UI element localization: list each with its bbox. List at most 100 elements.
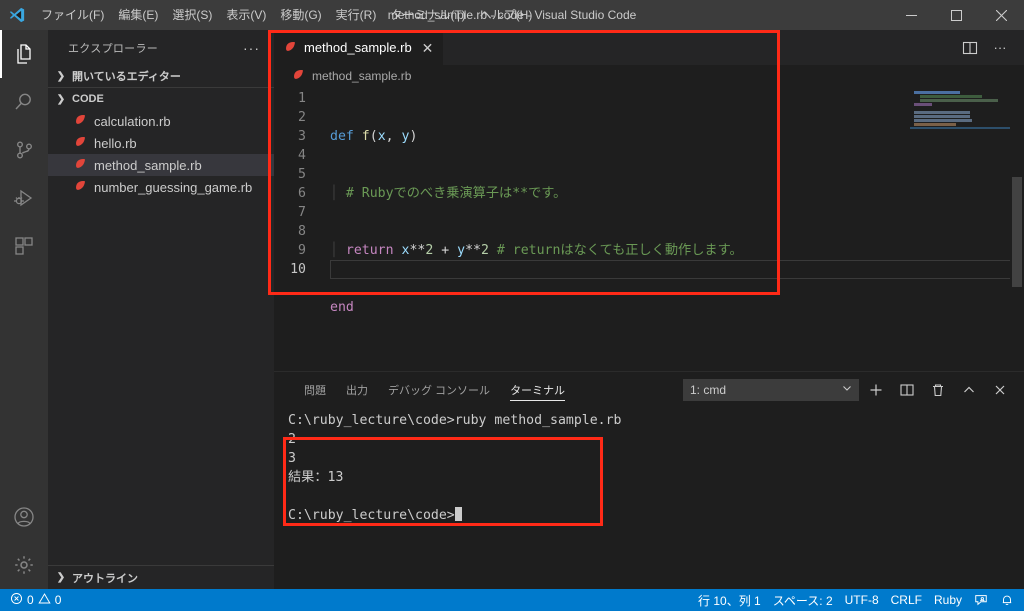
code-line-3: │ return x**2 + y**2 # returnはなくても正しく動作し… — [330, 243, 743, 258]
run-and-debug-icon[interactable] — [0, 174, 48, 222]
terminal-selector-dropdown[interactable]: 1: cmd — [683, 378, 859, 401]
terminal-output[interactable]: C:\ruby_lecture\code>ruby method_sample.… — [274, 407, 1024, 589]
menu-item-go[interactable]: 移動(G) — [273, 0, 328, 30]
terminal-cursor — [454, 507, 462, 521]
tab-problems[interactable]: 問題 — [294, 372, 336, 407]
feedback-icon[interactable] — [968, 589, 994, 611]
split-terminal-icon[interactable] — [893, 376, 921, 404]
file-item-number-guessing-game[interactable]: number_guessing_game.rb — [48, 176, 274, 198]
tab-method-sample-rb[interactable]: method_sample.rb ✕ — [274, 30, 445, 65]
extensions-icon[interactable] — [0, 222, 48, 270]
menu-item-selection[interactable]: 選択(S) — [165, 0, 219, 30]
split-editor-icon[interactable] — [956, 30, 984, 65]
status-indentation[interactable]: スペース: 2 — [767, 589, 839, 611]
terminal-selector-value: 1: cmd — [690, 382, 727, 397]
tab-terminal[interactable]: ターミナル — [500, 372, 575, 407]
settings-gear-icon[interactable] — [0, 541, 48, 589]
line-number: 1 — [298, 91, 306, 106]
status-eol[interactable]: CRLF — [885, 589, 928, 611]
vscode-window: ファイル(F) 編集(E) 選択(S) 表示(V) 移動(G) 実行(R) ター… — [0, 0, 1024, 611]
warning-count: 0 — [54, 593, 62, 607]
code-line-4: end — [330, 300, 354, 315]
status-problems[interactable]: 0 0 — [4, 589, 67, 611]
bottom-panel: 問題 出力 デバッグ コンソール ターミナル 1: cmd C:\ruby_le… — [274, 371, 1024, 589]
close-icon[interactable]: ✕ — [418, 41, 434, 55]
menu-item-edit[interactable]: 編集(E) — [111, 0, 165, 30]
file-label: hello.rb — [94, 135, 137, 151]
sidebar-explorer: エクスプローラー ··· ❯ 開いているエディター ❯ CODE calcula… — [48, 30, 274, 589]
status-bar: 0 0 行 10、列 1 スペース: 2 UTF-8 CRLF Ruby — [0, 589, 1024, 611]
tab-debug-console[interactable]: デバッグ コンソール — [378, 372, 500, 407]
ruby-file-icon — [292, 68, 306, 84]
menu-item-terminal[interactable]: ターミナル(T) — [383, 0, 472, 30]
breadcrumb[interactable]: method_sample.rb — [274, 65, 1024, 87]
code-content: 1 2 3 4 5 6 7 8 9 10 def f(x, y) │ # Rub… — [274, 87, 1024, 371]
line-number-gutter: 1 2 3 4 5 6 7 8 9 10 — [274, 89, 320, 371]
line-number: 2 — [298, 110, 306, 125]
status-cursor-position[interactable]: 行 10、列 1 — [692, 589, 767, 611]
title-bar: ファイル(F) 編集(E) 選択(S) 表示(V) 移動(G) 実行(R) ター… — [0, 0, 1024, 30]
kill-terminal-icon[interactable] — [924, 376, 952, 404]
line-number: 4 — [298, 148, 306, 163]
close-panel-icon[interactable] — [986, 376, 1014, 404]
code-editor[interactable]: 1 2 3 4 5 6 7 8 9 10 def f(x, y) │ # Rub… — [274, 87, 1024, 371]
open-editors-section[interactable]: ❯ 開いているエディター — [48, 65, 274, 87]
scrollbar-thumb[interactable] — [1012, 177, 1022, 287]
sidebar-header: エクスプローラー ··· — [48, 30, 274, 65]
editor-scrollbar[interactable] — [1010, 87, 1024, 371]
folder-section-code[interactable]: ❯ CODE — [48, 88, 274, 110]
line-number: 7 — [298, 205, 306, 220]
panel-tab-bar: 問題 出力 デバッグ コンソール ターミナル 1: cmd — [274, 372, 1024, 407]
line-number-current: 10 — [290, 262, 306, 277]
ruby-file-icon — [74, 135, 88, 151]
menu-item-help[interactable]: ヘルプ(H) — [473, 0, 540, 30]
error-icon — [10, 592, 23, 608]
terminal-line: 3 — [288, 451, 296, 466]
status-encoding[interactable]: UTF-8 — [839, 589, 885, 611]
file-item-hello[interactable]: hello.rb — [48, 132, 274, 154]
file-item-method-sample[interactable]: method_sample.rb — [48, 154, 274, 176]
tab-label: method_sample.rb — [304, 40, 412, 55]
file-item-calculation[interactable]: calculation.rb — [48, 110, 274, 132]
breadcrumb-label: method_sample.rb — [312, 69, 412, 83]
ruby-file-icon — [74, 157, 88, 173]
close-button[interactable] — [979, 0, 1024, 30]
source-control-icon[interactable] — [0, 126, 48, 174]
notifications-bell-icon[interactable] — [994, 589, 1020, 611]
activity-bar — [0, 30, 48, 589]
warning-icon — [38, 592, 51, 608]
explorer-icon[interactable] — [0, 30, 48, 78]
status-bar-right: 行 10、列 1 スペース: 2 UTF-8 CRLF Ruby — [692, 589, 1020, 611]
menu-item-run[interactable]: 実行(R) — [329, 0, 384, 30]
outline-section[interactable]: ❯ アウトライン — [48, 565, 274, 589]
error-count: 0 — [27, 593, 34, 607]
line-number: 6 — [298, 186, 306, 201]
window-controls — [889, 0, 1024, 30]
workbench: エクスプローラー ··· ❯ 開いているエディター ❯ CODE calcula… — [0, 30, 1024, 589]
editor-actions: ··· — [956, 30, 1024, 65]
open-editors-label: 開いているエディター — [72, 71, 181, 83]
tab-output[interactable]: 出力 — [336, 372, 378, 407]
terminal-prompt: C:\ruby_lecture\code> — [288, 508, 455, 523]
menu-item-file[interactable]: ファイル(F) — [34, 0, 111, 30]
code-lines[interactable]: def f(x, y) │ # Rubyでのべき乗演算子は**です。 │ ret… — [320, 89, 1024, 371]
sidebar-more-actions-icon[interactable]: ··· — [237, 40, 266, 56]
line-number: 8 — [298, 224, 306, 239]
more-actions-icon[interactable]: ··· — [986, 30, 1014, 65]
current-line-highlight — [330, 260, 1024, 279]
menu-item-view[interactable]: 表示(V) — [219, 0, 273, 30]
chevron-down-icon: ❯ — [56, 93, 66, 105]
maximize-panel-icon[interactable] — [955, 376, 983, 404]
search-icon[interactable] — [0, 78, 48, 126]
ruby-file-icon — [74, 113, 88, 129]
folder-label: CODE — [72, 93, 104, 105]
maximize-button[interactable] — [934, 0, 979, 30]
new-terminal-icon[interactable] — [862, 376, 890, 404]
line-number: 3 — [298, 129, 306, 144]
status-language-mode[interactable]: Ruby — [928, 589, 968, 611]
file-tree: calculation.rb hello.rb method_sample.rb — [48, 110, 274, 565]
accounts-icon[interactable] — [0, 493, 48, 541]
ruby-file-icon — [284, 40, 298, 56]
minimize-button[interactable] — [889, 0, 934, 30]
